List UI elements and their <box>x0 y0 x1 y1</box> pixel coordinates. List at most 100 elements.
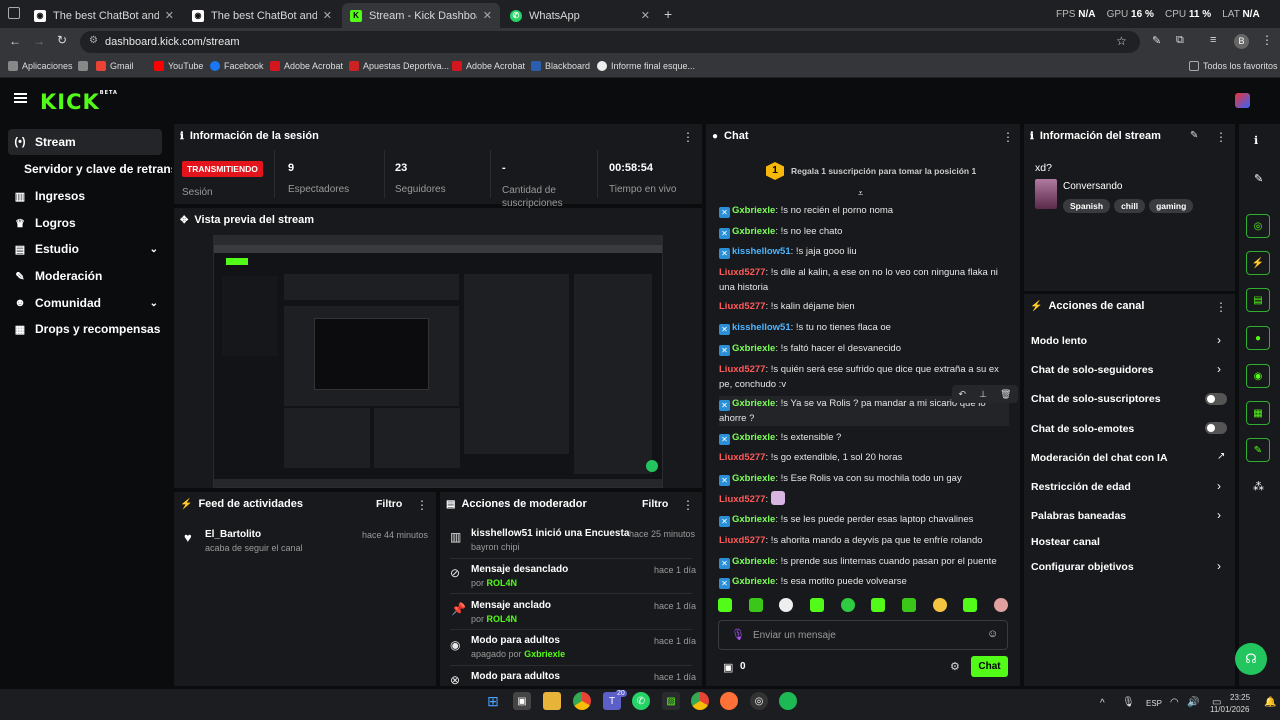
chat-username[interactable]: Liuxd5277 <box>719 535 765 546</box>
bookmark-star-icon[interactable]: ☆ <box>1116 34 1127 48</box>
wifi-icon[interactable]: ◠ <box>1170 697 1179 708</box>
rail-bolt-icon[interactable]: ⚡ <box>1246 251 1270 275</box>
emote-icon[interactable] <box>809 598 824 612</box>
new-tab-button[interactable]: + <box>664 6 672 22</box>
tray-chevron-icon[interactable]: ^ <box>1100 698 1105 709</box>
profile-avatar[interactable]: B <box>1234 34 1249 49</box>
forward-icon[interactable]: → <box>33 34 45 48</box>
mod-user[interactable]: ROL4N <box>487 614 518 624</box>
chat-username[interactable]: Gxbriexle <box>732 226 775 237</box>
chat-message[interactable]: ✕ Gxbriexle: !s no lee chato <box>719 224 1009 239</box>
chat-username[interactable]: Liuxd5277 <box>719 301 765 312</box>
chat-message[interactable]: ✕ kisshellow51: !s jaja gooo liu <box>719 244 1009 259</box>
bookmark-adobe-2[interactable]: Adobe Acrobat <box>452 61 525 71</box>
chat-username[interactable]: Gxbriexle <box>732 473 775 484</box>
bookmark-gmail[interactable]: Gmail <box>96 61 134 71</box>
chat-message[interactable]: ✕ Gxbriexle: !s Ese Rolis va con su mochi… <box>719 471 1009 486</box>
chat-username[interactable]: Gxbriexle <box>732 432 775 443</box>
chat-username[interactable]: Gxbriexle <box>732 556 775 567</box>
chat-username[interactable]: Gxbriexle <box>732 576 775 587</box>
kebab-menu-icon[interactable]: ⋮ <box>416 498 428 512</box>
action-followers-only[interactable]: Chat de solo-seguidores <box>1031 364 1154 376</box>
edit-icon[interactable]: ✎ <box>1254 172 1263 185</box>
bookmark-blackboard[interactable]: Blackboard <box>531 61 590 71</box>
chevron-right-icon[interactable]: › <box>1217 333 1221 347</box>
chat-message[interactable]: ✕ Gxbriexle: !s esa motito puede volvears… <box>719 574 1009 589</box>
emote-icon[interactable] <box>779 598 794 612</box>
store-icon[interactable]: ▣ <box>513 692 531 710</box>
extensions-icon[interactable]: ⧉ <box>1176 34 1184 47</box>
all-bookmarks[interactable]: Todos los favoritos <box>1189 61 1278 71</box>
sidebar-item-server-key[interactable]: Servidor y clave de retransmisión <box>24 156 172 182</box>
chrome-icon[interactable] <box>573 692 591 710</box>
firefox-icon[interactable] <box>720 692 738 710</box>
chat-username[interactable]: kisshellow51 <box>732 246 791 257</box>
language-indicator[interactable]: ESP <box>1146 699 1162 708</box>
stream-preview-video[interactable] <box>213 235 663 488</box>
emote-icon[interactable] <box>901 598 916 612</box>
external-link-icon[interactable]: ↗ <box>1217 451 1225 462</box>
kebab-menu-icon[interactable]: ⋮ <box>1002 130 1014 144</box>
chat-message[interactable]: Liuxd5277: !s go extendible, 1 sol 20 ho… <box>719 450 1009 465</box>
kebab-menu-icon[interactable]: ⋮ <box>1215 300 1227 314</box>
action-age-restriction[interactable]: Restricción de edad <box>1031 481 1131 493</box>
browser-tab-3-active[interactable]: K Stream - Kick Dashboard ✕ <box>342 3 500 28</box>
rail-target-icon[interactable]: ◎ <box>1246 214 1270 238</box>
media-icon[interactable]: ≡ <box>1210 34 1216 46</box>
whatsapp-icon[interactable]: ✆ <box>632 692 650 710</box>
obs-icon[interactable]: ◎ <box>750 692 768 710</box>
bookmark-apuestas[interactable]: Apuestas Deportiva... <box>349 61 449 71</box>
chat-message[interactable]: Liuxd5277: <box>719 491 1009 507</box>
chat-settings-icon[interactable]: ⚙ <box>950 660 960 673</box>
subs-only-toggle[interactable] <box>1205 393 1227 405</box>
kebab-menu-icon[interactable]: ⋮ <box>1215 130 1227 144</box>
chat-message[interactable]: Liuxd5277: !s kalin déjame bien <box>719 299 1009 314</box>
sidebar-item-estudio[interactable]: ▤ Estudio ⌄ <box>8 236 162 262</box>
bookmark-apps[interactable]: Aplicaciones <box>8 61 73 71</box>
bookmark-adobe-1[interactable]: Adobe Acrobat <box>270 61 343 71</box>
chat-username[interactable]: Gxbriexle <box>732 514 775 525</box>
chat-message[interactable]: ✕ kisshellow51: !s tu no tienes flaca oe <box>719 320 1009 335</box>
sidebar-item-drops[interactable]: ▦ Drops y recompensas <box>8 316 162 342</box>
bookmark-facebook[interactable]: Facebook <box>210 61 264 71</box>
chat-message[interactable]: Liuxd5277: !s dile al kalin, a ese on no… <box>719 265 1009 295</box>
chat-message[interactable]: ✕ Gxbriexle: !s faltó hacer el desvanecid… <box>719 341 1009 356</box>
clock-date[interactable]: 11/01/2026 <box>1210 705 1249 714</box>
chat-message[interactable]: ✕ Gxbriexle: !s no recién el porno noma <box>719 203 1009 218</box>
url-field[interactable]: ⚙ dashboard.kick.com/stream ☆ <box>80 31 1140 53</box>
rail-people-icon[interactable]: ⁂ <box>1253 480 1264 493</box>
chevron-right-icon[interactable]: › <box>1217 362 1221 376</box>
back-icon[interactable]: ← <box>9 34 21 48</box>
apps-launcher-icon[interactable] <box>78 61 92 71</box>
rail-clipboard-icon[interactable]: ▤ <box>1246 288 1270 312</box>
emote-icon[interactable] <box>718 598 732 612</box>
reload-icon[interactable]: ↻ <box>57 33 67 47</box>
sidebar-item-stream[interactable]: (•) Stream <box>8 129 162 155</box>
bookmark-informe[interactable]: Informe final esque... <box>597 61 695 71</box>
edit-icon[interactable]: ✎ <box>1190 130 1198 141</box>
chat-message[interactable]: Liuxd5277: !s ahorita mando a deyvis pa … <box>719 533 1009 548</box>
site-info-icon[interactable]: ⚙ <box>89 35 98 46</box>
chat-message[interactable]: ✕ Gxbriexle: !s prende sus linternas cuan… <box>719 554 1009 569</box>
reply-icon[interactable]: ↶ <box>959 389 967 400</box>
feed-filter-button[interactable]: Filtro <box>376 498 402 510</box>
action-set-goals[interactable]: Configurar objetivos <box>1031 561 1134 573</box>
chat-username[interactable]: Gxbriexle <box>732 398 775 409</box>
emote-icon[interactable] <box>871 598 886 612</box>
mod-user[interactable]: Gxbriexle <box>524 649 565 659</box>
emotes-only-toggle[interactable] <box>1205 422 1227 434</box>
chat-input[interactable]: 🎙 Enviar un mensaje ☺ <box>718 620 1008 650</box>
stream-category[interactable]: Conversando <box>1063 181 1122 192</box>
emote-icon[interactable] <box>993 598 1008 612</box>
bookmark-youtube[interactable]: YouTube <box>154 61 203 71</box>
emoji-picker-icon[interactable]: ☺ <box>987 628 998 640</box>
user-avatar[interactable] <box>1235 93 1250 108</box>
chat-username[interactable]: Liuxd5277 <box>719 494 765 505</box>
action-host-channel[interactable]: Hostear canal <box>1031 536 1100 548</box>
chat-username[interactable]: Liuxd5277 <box>719 267 765 278</box>
browser-tab-1[interactable]: ◉ The best ChatBot and Widgets ✕ <box>26 3 182 28</box>
kebab-menu-icon[interactable]: ⋮ <box>682 498 694 512</box>
pin-icon[interactable]: ⊥ <box>979 389 987 400</box>
close-icon[interactable]: ✕ <box>483 9 492 22</box>
chevron-right-icon[interactable]: › <box>1217 479 1221 493</box>
